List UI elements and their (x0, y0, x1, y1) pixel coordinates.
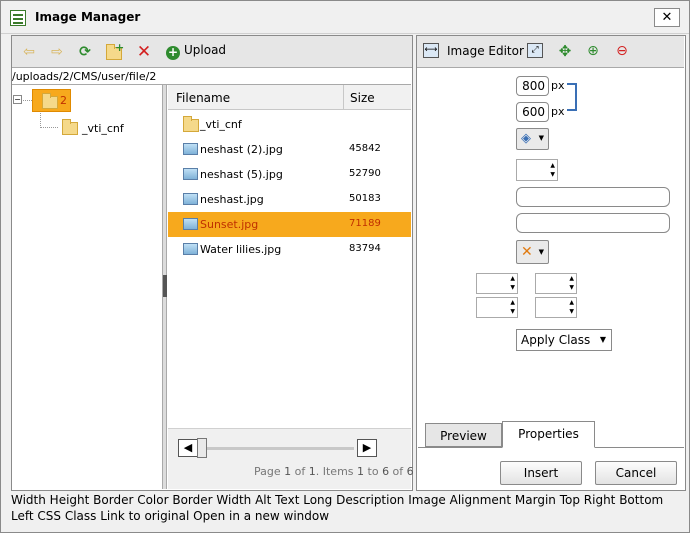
resize-icon[interactable]: ⤢ (527, 43, 543, 58)
folder-icon (62, 119, 78, 135)
tab-preview[interactable]: Preview (425, 423, 502, 447)
tab-properties[interactable]: Properties (502, 421, 595, 448)
paint-bucket-icon: ◈ (521, 131, 531, 146)
border-width-spinner[interactable]: ▲ ▼ (516, 159, 558, 181)
image-alignment-picker[interactable]: ✕ ▼ (516, 240, 549, 264)
close-button[interactable]: ✕ (654, 8, 680, 27)
list-item[interactable]: Water lilies.jpg 83794 (168, 237, 411, 262)
arrow-left-icon[interactable]: ⇦ (20, 43, 38, 61)
crop-icon[interactable]: ✥ (556, 42, 574, 60)
zoom-in-icon[interactable]: ⊕ (584, 42, 602, 60)
constrain-proportions-icon[interactable] (567, 83, 577, 111)
no-alignment-icon: ✕ (521, 244, 533, 260)
image-file-icon (183, 218, 198, 230)
scroll-left-button[interactable]: ◀ (178, 439, 198, 457)
pane-splitter[interactable] (163, 85, 167, 489)
image-file-icon (183, 193, 198, 205)
new-folder-button[interactable]: + (105, 41, 124, 61)
upload-label: Upload (184, 43, 227, 57)
margin-left-spinner[interactable]: ▲ ▼ (535, 297, 577, 318)
file-toolbar: ⇦ ⇨ ⟳ + ✕ + Upload (12, 36, 412, 68)
image-editor-icon: ⟷ (423, 43, 439, 58)
chevron-down-icon: ▼ (538, 134, 544, 142)
list-header: Filename Size (168, 85, 411, 110)
margin-top-spinner[interactable]: ▲ ▼ (476, 273, 518, 294)
tree-node-vti-cnf[interactable]: _vti_cnf (82, 122, 124, 135)
status-text: Width Height Border Color Border Width A… (11, 493, 664, 523)
pager: ◀ ▶ Page 1 of 1. Items 1 to 6 of 6 (168, 428, 414, 489)
refresh-icon[interactable]: ⟳ (76, 43, 94, 61)
image-file-icon (183, 143, 198, 155)
long-description-input[interactable] (516, 213, 670, 233)
upload-button[interactable]: + Upload (166, 43, 226, 60)
scroll-right-button[interactable]: ▶ (357, 439, 377, 457)
alt-text-input[interactable] (516, 187, 670, 207)
border-color-picker[interactable]: ◈ ▼ (516, 128, 549, 150)
height-input[interactable]: 600 (516, 102, 549, 122)
chevron-down-icon: ▼ (538, 248, 544, 256)
file-list: Filename Size _vti_cnf neshast (2).jpg 4… (168, 85, 414, 489)
pager-status: Page 1 of 1. Items 1 to 6 of 6 (254, 465, 414, 478)
width-input[interactable]: 800 (516, 76, 549, 96)
path-bar: /uploads/2/CMS/user/file/2 (12, 69, 411, 85)
delete-icon[interactable]: ✕ (135, 43, 153, 61)
zoom-out-icon[interactable]: ⊖ (613, 42, 631, 60)
height-unit: px (551, 105, 565, 118)
filename-column-header[interactable]: Filename (176, 91, 230, 105)
editor-toolbar: ⟷ Image Editor ⤢ ✥ ⊕ ⊖ (417, 36, 684, 68)
size-column-header[interactable]: Size (350, 91, 375, 105)
close-icon: ✕ (661, 10, 673, 25)
tree-node-root-label: 2 (60, 94, 67, 107)
margin-right-spinner[interactable]: ▲ ▼ (535, 273, 577, 294)
image-manager-dialog: Image Manager ✕ ⇦ ⇨ ⟳ + ✕ + Upload /uploa… (0, 0, 690, 533)
collapse-toggle[interactable]: − (13, 95, 22, 104)
margin-bottom-spinner[interactable]: ▲ ▼ (476, 297, 518, 318)
image-editor-button[interactable]: Image Editor (447, 44, 524, 58)
list-item[interactable]: neshast (5).jpg 52790 (168, 162, 411, 187)
add-icon: + (166, 45, 180, 60)
css-class-select[interactable]: Apply Class ▼ (516, 329, 612, 351)
list-item[interactable]: neshast.jpg 50183 (168, 187, 411, 212)
insert-button[interactable]: Insert (500, 461, 582, 485)
tree-node-root[interactable]: 2 (32, 89, 71, 112)
folder-tree (12, 85, 163, 489)
list-item[interactable]: _vti_cnf (168, 112, 411, 137)
scroll-thumb[interactable] (197, 438, 207, 458)
list-item-selected[interactable]: Sunset.jpg 71189 (168, 212, 411, 237)
image-file-icon (183, 168, 198, 180)
image-file-icon (183, 243, 198, 255)
list-item[interactable]: neshast (2).jpg 45842 (168, 137, 411, 162)
scroll-track[interactable] (201, 447, 354, 450)
folder-icon (183, 116, 199, 132)
editor-tabs: Preview Properties (418, 421, 684, 448)
cancel-button[interactable]: Cancel (595, 461, 677, 485)
arrow-right-icon[interactable]: ⇨ (48, 43, 66, 61)
app-icon (10, 10, 26, 26)
dialog-title: Image Manager (35, 10, 141, 24)
chevron-down-icon: ▼ (599, 335, 606, 344)
width-unit: px (551, 79, 565, 92)
folder-icon (42, 93, 58, 109)
title-bar: Image Manager ✕ (1, 1, 689, 34)
